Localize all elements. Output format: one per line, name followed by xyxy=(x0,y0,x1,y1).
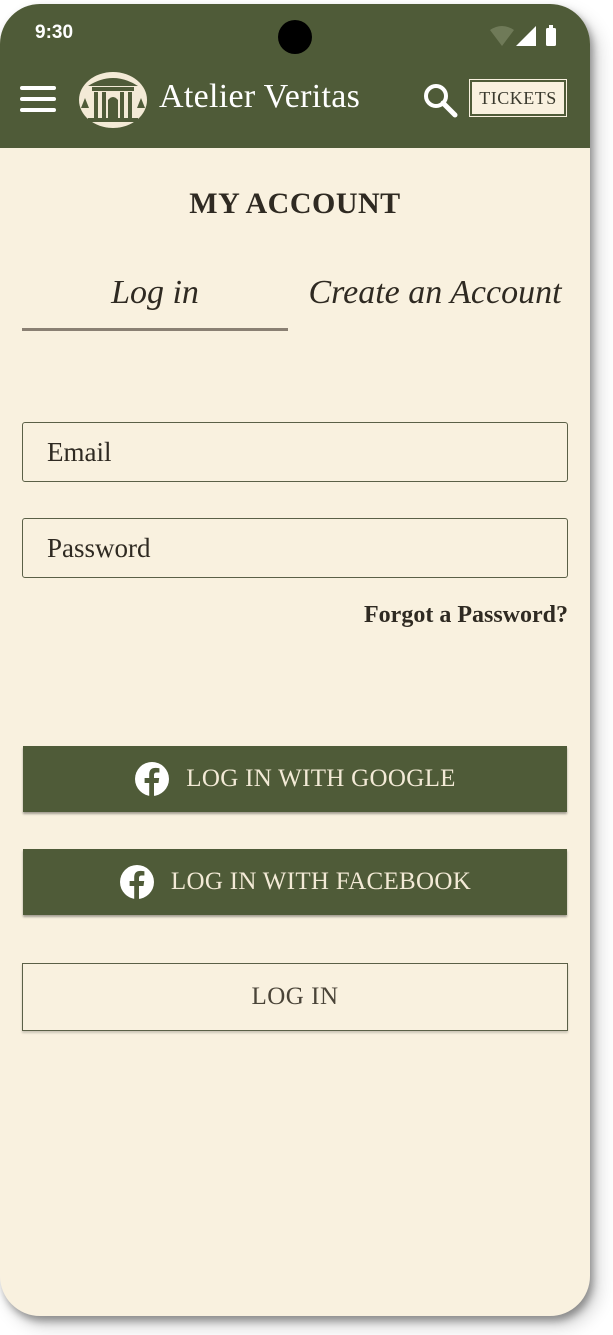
search-icon[interactable] xyxy=(422,82,458,118)
google-login-button[interactable]: LOG IN WITH GOOGLE xyxy=(23,746,567,812)
status-icons xyxy=(490,24,560,55)
active-tab-underline xyxy=(22,328,288,331)
password-input[interactable] xyxy=(23,519,567,577)
brand-name[interactable]: Atelier Veritas xyxy=(159,78,360,116)
password-field[interactable] xyxy=(22,518,568,578)
facebook-icon xyxy=(135,762,170,797)
status-time: 9:30 xyxy=(35,22,74,43)
museum-logo-icon[interactable] xyxy=(78,68,148,128)
email-field[interactable] xyxy=(22,422,568,482)
phone-screen: 9:30 Atelier Veritas TICKETS MY ACCOUNT … xyxy=(0,4,590,1316)
menu-icon[interactable] xyxy=(20,86,56,114)
tickets-button[interactable]: TICKETS xyxy=(469,79,567,117)
facebook-login-label: LOG IN WITH FACEBOOK xyxy=(170,868,472,895)
tab-log-in[interactable]: Log in xyxy=(22,274,288,312)
google-login-label: LOG IN WITH GOOGLE xyxy=(186,765,456,792)
wifi-icon xyxy=(490,26,514,46)
tab-create-account[interactable]: Create an Account xyxy=(300,274,570,312)
forgot-password-link[interactable]: Forgot a Password? xyxy=(364,602,568,629)
facebook-login-button[interactable]: LOG IN WITH FACEBOOK xyxy=(23,849,567,915)
email-input[interactable] xyxy=(23,423,567,481)
page-title: MY ACCOUNT xyxy=(189,187,401,220)
app-header: 9:30 Atelier Veritas TICKETS xyxy=(0,4,590,148)
camera-cutout xyxy=(278,20,312,54)
signal-icon xyxy=(516,26,536,46)
battery-icon xyxy=(546,25,556,46)
facebook-icon xyxy=(119,865,154,900)
login-button[interactable]: LOG IN xyxy=(22,963,568,1031)
